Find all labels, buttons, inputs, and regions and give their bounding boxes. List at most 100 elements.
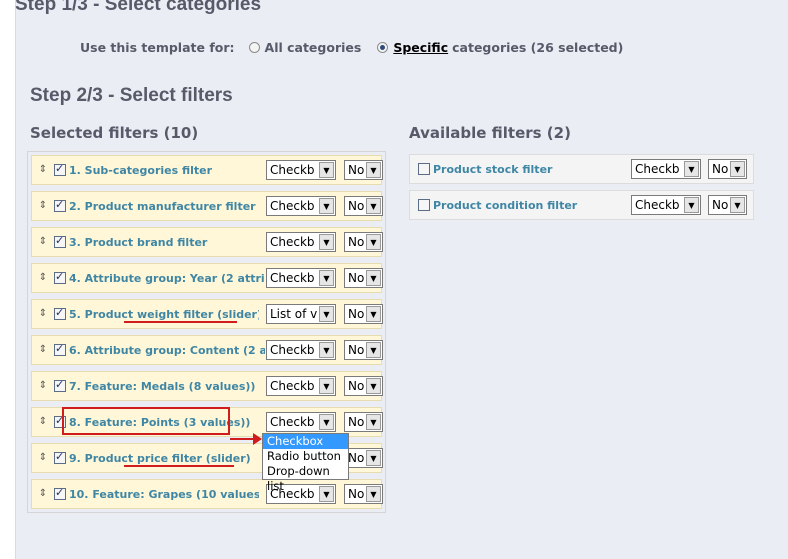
- annotation-highlight-box: [62, 407, 230, 435]
- chevron-down-icon: ▼: [319, 342, 334, 358]
- chevron-down-icon: ▼: [319, 198, 334, 214]
- chevron-down-icon: ▼: [684, 197, 699, 213]
- chevron-down-icon: ▼: [366, 270, 381, 286]
- filter-type-select[interactable]: Checkb▼: [266, 412, 336, 432]
- filter-option-select[interactable]: No ▼: [344, 304, 383, 324]
- filter-option-select[interactable]: No ▼: [344, 484, 383, 504]
- selected-filters-heading: Selected filters (10): [30, 124, 199, 142]
- use-template-label: Use this template for:: [80, 40, 235, 55]
- filter-checkbox[interactable]: [418, 163, 430, 175]
- filter-option-select[interactable]: No ▼: [708, 159, 747, 179]
- filter-type-dropdown: Checkbox Radio button Drop-down list: [262, 433, 349, 493]
- filter-row[interactable]: Product stock filter Checkb ▼ No ▼: [409, 154, 754, 184]
- drag-handle-icon[interactable]: ⇕: [38, 453, 48, 463]
- filter-name: 9. Product price filter (slider): [69, 451, 251, 465]
- filter-type-select[interactable]: Checkb▼: [266, 376, 336, 396]
- drag-handle-icon[interactable]: ⇕: [38, 309, 48, 319]
- annotation-underline: [124, 321, 237, 323]
- chevron-down-icon: ▼: [366, 378, 381, 394]
- annotation-arrow-head-icon: [253, 433, 262, 445]
- filter-type-select[interactable]: Checkb▼: [631, 159, 701, 179]
- filter-option-select[interactable]: No ▼: [344, 196, 383, 216]
- filter-row[interactable]: ⇕ 10. Feature: Grapes (10 values)) Check…: [31, 479, 383, 509]
- filter-row[interactable]: ⇕ 2. Product manufacturer filter Checkb▼…: [31, 191, 383, 221]
- filter-checkbox[interactable]: [54, 270, 66, 284]
- specific-categories-radio[interactable]: [377, 42, 389, 53]
- filter-checkbox[interactable]: [418, 199, 430, 211]
- filter-option-select[interactable]: No ▼: [344, 376, 383, 396]
- drag-handle-icon[interactable]: ⇕: [38, 165, 48, 175]
- filter-row[interactable]: ⇕ 5. Product weight filter (slider) List…: [31, 299, 383, 329]
- filter-type-select[interactable]: List of v: ▼: [266, 304, 336, 324]
- drag-handle-icon[interactable]: ⇕: [38, 237, 48, 247]
- filter-type-select[interactable]: Checkb▼: [266, 160, 336, 180]
- drag-handle-icon[interactable]: ⇕: [38, 381, 48, 391]
- chevron-down-icon: ▼: [366, 414, 381, 430]
- filter-checkbox[interactable]: [54, 162, 66, 176]
- chevron-down-icon: ▼: [366, 486, 381, 502]
- filter-checkbox[interactable]: [54, 450, 66, 464]
- dropdown-option-checkbox[interactable]: Checkbox: [263, 434, 348, 449]
- specific-link[interactable]: Specific: [393, 40, 448, 55]
- filter-type-select[interactable]: Checkb▼: [266, 232, 336, 252]
- chevron-down-icon: ▼: [366, 198, 381, 214]
- filter-row[interactable]: Product condition filter Checkb ▼ No ▼: [409, 190, 754, 220]
- dropdown-option-radio[interactable]: Radio button: [263, 449, 348, 464]
- filter-option-select[interactable]: No ▼: [708, 195, 747, 215]
- filter-type-select[interactable]: Checkb▼: [266, 196, 336, 216]
- filter-option-select[interactable]: No ▼: [344, 160, 383, 180]
- filter-row[interactable]: ⇕ 7. Feature: Medals (8 values)) Checkb▼…: [31, 371, 383, 401]
- filter-name: Product stock filter: [433, 162, 553, 176]
- filter-name: 6. Attribute group: Content (2 attribu: [69, 343, 265, 357]
- chevron-down-icon: ▼: [366, 234, 381, 250]
- filter-option-select[interactable]: No ▼: [344, 232, 383, 252]
- chevron-down-icon: ▼: [319, 234, 334, 250]
- template-scope-row: Use this template for: All categories Sp…: [80, 40, 639, 55]
- chevron-down-icon: ▼: [730, 161, 745, 177]
- filter-checkbox[interactable]: [54, 234, 66, 248]
- chevron-down-icon: ▼: [366, 162, 381, 178]
- filter-name: Product condition filter: [433, 198, 578, 212]
- filter-type-select[interactable]: Checkb▼: [631, 195, 701, 215]
- available-filters-heading: Available filters (2): [409, 124, 571, 142]
- filter-type-select[interactable]: Checkb▼: [266, 268, 336, 288]
- specific-categories-option[interactable]: Specific categories (26 selected): [377, 40, 623, 55]
- filter-row[interactable]: ⇕ 1. Sub-categories filter Checkb▼ No▼: [31, 155, 383, 185]
- available-filters-list: Product stock filter Checkb ▼ No ▼ Product…: [409, 151, 754, 223]
- chevron-down-icon: ▼: [684, 161, 699, 177]
- chevron-down-icon: ▼: [319, 270, 334, 286]
- filter-row[interactable]: ⇕ 3. Product brand filter Checkb▼ No▼: [31, 227, 383, 257]
- filter-name: 1. Sub-categories filter: [69, 163, 213, 177]
- filter-type-select[interactable]: Checkb▼: [266, 340, 336, 360]
- filter-option-select[interactable]: No ▼: [344, 268, 383, 288]
- filter-checkbox[interactable]: [54, 342, 66, 356]
- dropdown-option-dropdown-list[interactable]: Drop-down list: [263, 464, 348, 493]
- filter-checkbox[interactable]: [54, 306, 66, 320]
- all-categories-label: All categories: [264, 40, 362, 55]
- filter-name: 10. Feature: Grapes (10 values)): [69, 487, 259, 501]
- filter-checkbox[interactable]: [54, 378, 66, 392]
- all-categories-option[interactable]: All categories: [248, 40, 362, 55]
- specific-categories-label: categories (26 selected): [452, 40, 624, 55]
- filter-checkbox[interactable]: [54, 198, 66, 212]
- filter-option-select[interactable]: No ▼: [344, 412, 383, 432]
- filter-checkbox[interactable]: [54, 486, 66, 500]
- chevron-down-icon: ▼: [319, 414, 334, 430]
- filter-option-select[interactable]: No ▼: [344, 340, 383, 360]
- chevron-down-icon: ▼: [319, 306, 334, 322]
- drag-handle-icon[interactable]: ⇕: [38, 201, 48, 211]
- filter-option-select[interactable]: No ▼: [344, 448, 383, 468]
- chevron-down-icon: ▼: [319, 378, 334, 394]
- filter-name: 3. Product brand filter: [69, 235, 208, 249]
- filter-row[interactable]: ⇕ 6. Attribute group: Content (2 attribu…: [31, 335, 383, 365]
- drag-handle-icon[interactable]: ⇕: [38, 345, 48, 355]
- chevron-down-icon: ▼: [366, 342, 381, 358]
- drag-handle-icon[interactable]: ⇕: [38, 417, 48, 427]
- drag-handle-icon[interactable]: ⇕: [38, 273, 48, 283]
- step2-title: Step 2/3 - Select filters: [30, 85, 233, 106]
- all-categories-radio[interactable]: [248, 42, 260, 53]
- drag-handle-icon[interactable]: ⇕: [38, 489, 48, 499]
- filter-name: 5. Product weight filter (slider): [69, 307, 259, 321]
- filter-name: 7. Feature: Medals (8 values)): [69, 379, 256, 393]
- filter-row[interactable]: ⇕ 4. Attribute group: Year (2 attributes…: [31, 263, 383, 293]
